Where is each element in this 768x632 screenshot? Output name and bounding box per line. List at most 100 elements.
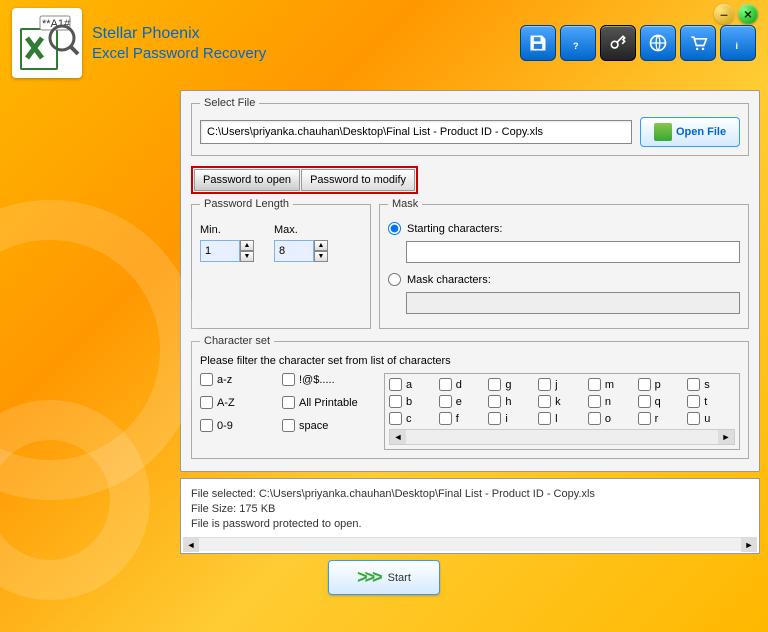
chk-az[interactable] xyxy=(200,373,213,386)
main-panel: Select File Open File Password to open P… xyxy=(180,90,760,472)
char-chk-s[interactable] xyxy=(687,378,700,391)
chevron-right-icon: >>> xyxy=(357,567,380,588)
password-length-group: Password Length Min. ▲▼ Max. ▲▼ xyxy=(191,198,371,329)
app-logo: **A1# xyxy=(12,8,82,78)
password-tabs: Password to open Password to modify xyxy=(191,166,418,194)
char-chk-g[interactable] xyxy=(488,378,501,391)
char-chk-u[interactable] xyxy=(687,412,700,425)
char-option-k[interactable]: k xyxy=(538,395,586,408)
chk-printable[interactable] xyxy=(282,396,295,409)
char-option-d[interactable]: d xyxy=(439,378,487,391)
min-down[interactable]: ▼ xyxy=(240,251,254,262)
char-chk-t[interactable] xyxy=(687,395,700,408)
status-scrollbar[interactable]: ◄ ► xyxy=(183,537,757,551)
char-chk-m[interactable] xyxy=(588,378,601,391)
starting-chars-label: Starting characters: xyxy=(407,223,502,235)
chk-AZ[interactable] xyxy=(200,396,213,409)
info-button[interactable]: i xyxy=(720,25,756,61)
char-chk-n[interactable] xyxy=(588,395,601,408)
help-button[interactable]: ? xyxy=(560,25,596,61)
char-chk-p[interactable] xyxy=(638,378,651,391)
char-option-i[interactable]: i xyxy=(488,412,536,425)
starting-chars-radio[interactable] xyxy=(388,222,401,235)
char-chk-l[interactable] xyxy=(538,412,551,425)
mask-chars-label: Mask characters: xyxy=(407,274,491,286)
char-option-r[interactable]: r xyxy=(638,412,686,425)
char-option-s[interactable]: s xyxy=(687,378,735,391)
char-chk-r[interactable] xyxy=(638,412,651,425)
char-chk-e[interactable] xyxy=(439,395,452,408)
select-file-group: Select File Open File xyxy=(191,97,749,156)
key-button[interactable] xyxy=(600,25,636,61)
open-file-icon xyxy=(654,123,672,141)
char-option-j[interactable]: j xyxy=(538,378,586,391)
char-option-b[interactable]: b xyxy=(389,395,437,408)
char-chk-f[interactable] xyxy=(439,412,452,425)
char-chk-o[interactable] xyxy=(588,412,601,425)
min-label: Min. xyxy=(200,224,254,236)
char-chk-c[interactable] xyxy=(389,412,402,425)
open-file-label: Open File xyxy=(676,126,726,138)
starting-chars-input[interactable] xyxy=(406,241,740,263)
char-option-m[interactable]: m xyxy=(588,378,636,391)
char-chk-a[interactable] xyxy=(389,378,402,391)
char-option-e[interactable]: e xyxy=(439,395,487,408)
chk-space[interactable] xyxy=(282,419,295,432)
mask-group: Mask Starting characters: Mask character… xyxy=(379,198,749,329)
char-option-t[interactable]: t xyxy=(687,395,735,408)
status-line-2: File Size: 175 KB xyxy=(191,502,749,517)
charset-group: Character set Please filter the characte… xyxy=(191,335,749,459)
start-button[interactable]: >>> Start xyxy=(328,560,440,595)
char-option-a[interactable]: a xyxy=(389,378,437,391)
app-subtitle: Excel Password Recovery xyxy=(92,45,520,62)
char-option-n[interactable]: n xyxy=(588,395,636,408)
char-option-h[interactable]: h xyxy=(488,395,536,408)
status-scroll-right[interactable]: ► xyxy=(741,538,757,552)
chk-09[interactable] xyxy=(200,419,213,432)
cart-button[interactable] xyxy=(680,25,716,61)
char-option-o[interactable]: o xyxy=(588,412,636,425)
chk-symbols[interactable] xyxy=(282,373,295,386)
char-option-f[interactable]: f xyxy=(439,412,487,425)
scroll-left-icon[interactable]: ◄ xyxy=(390,430,406,444)
char-option-u[interactable]: u xyxy=(687,412,735,425)
app-title: Stellar Phoenix xyxy=(92,25,520,43)
tab-password-modify[interactable]: Password to modify xyxy=(301,169,415,191)
file-path-input[interactable] xyxy=(200,120,632,144)
save-button[interactable] xyxy=(520,25,556,61)
char-chk-d[interactable] xyxy=(439,378,452,391)
max-up[interactable]: ▲ xyxy=(314,240,328,251)
char-chk-i[interactable] xyxy=(488,412,501,425)
char-chk-h[interactable] xyxy=(488,395,501,408)
max-length-input[interactable] xyxy=(274,240,314,262)
status-scroll-left[interactable]: ◄ xyxy=(183,538,199,552)
max-label: Max. xyxy=(274,224,328,236)
scroll-right-icon[interactable]: ► xyxy=(718,430,734,444)
char-option-g[interactable]: g xyxy=(488,378,536,391)
charset-scrollbar[interactable]: ◄ ► xyxy=(389,429,735,445)
char-option-p[interactable]: p xyxy=(638,378,686,391)
char-chk-q[interactable] xyxy=(638,395,651,408)
tab-password-open[interactable]: Password to open xyxy=(194,169,300,191)
mask-chars-radio[interactable] xyxy=(388,273,401,286)
min-length-input[interactable] xyxy=(200,240,240,262)
status-box: File selected: C:\Users\priyanka.chauhan… xyxy=(180,478,760,554)
char-chk-j[interactable] xyxy=(538,378,551,391)
select-file-legend: Select File xyxy=(200,97,259,109)
min-up[interactable]: ▲ xyxy=(240,240,254,251)
mask-legend: Mask xyxy=(388,198,422,210)
open-file-button[interactable]: Open File xyxy=(640,117,740,147)
char-chk-k[interactable] xyxy=(538,395,551,408)
svg-text:?: ? xyxy=(573,41,579,51)
char-option-c[interactable]: c xyxy=(389,412,437,425)
max-down[interactable]: ▼ xyxy=(314,251,328,262)
start-label: Start xyxy=(388,572,411,584)
char-option-q[interactable]: q xyxy=(638,395,686,408)
char-chk-b[interactable] xyxy=(389,395,402,408)
charset-instruction: Please filter the character set from lis… xyxy=(200,355,740,367)
globe-button[interactable] xyxy=(640,25,676,61)
status-line-3: File is password protected to open. xyxy=(191,517,749,532)
charset-legend: Character set xyxy=(200,335,274,347)
password-length-legend: Password Length xyxy=(200,198,293,210)
char-option-l[interactable]: l xyxy=(538,412,586,425)
